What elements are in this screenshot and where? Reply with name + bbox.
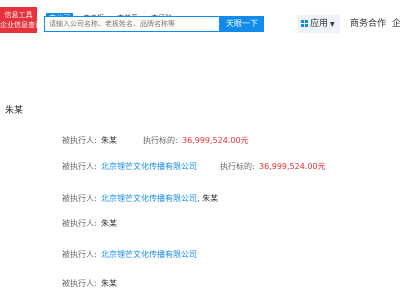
executed-label: 被执行人: bbox=[62, 250, 97, 259]
target-amount-label: 执行标的: bbox=[220, 162, 255, 171]
search-tabs: 查公司 查老板 查关系 查风险 bbox=[46, 5, 177, 24]
list-item: 被执行人: 北京锂芒文化传播有限公司 执行标的: 36,999,524.00元 bbox=[0, 152, 400, 180]
executed-value: 朱某 bbox=[101, 135, 117, 146]
logo-line-1: 信息工具 bbox=[4, 11, 33, 19]
nav-truncated-item[interactable]: 企 bbox=[392, 15, 400, 33]
person-text: 朱某 bbox=[101, 136, 117, 145]
executed-label: 被执行人: bbox=[62, 219, 97, 228]
company-link[interactable]: 北京锂芒文化传播有限公司 bbox=[101, 162, 197, 171]
executed-value: 朱某 bbox=[101, 218, 117, 229]
executed-value: 北京锂芒文化传播有限公司, 朱某 bbox=[101, 193, 218, 204]
person-name: 朱某 bbox=[5, 106, 24, 116]
search-input[interactable] bbox=[44, 16, 220, 32]
logo-line-2: 企业信息查询 bbox=[0, 21, 37, 29]
list-item: 被执行人: 北京锂芒文化传播有限公司, 朱某 bbox=[0, 188, 400, 216]
list-item: 被执行人: 朱某 bbox=[0, 272, 400, 300]
chevron-down-icon: ▼ bbox=[330, 21, 335, 28]
executed-label: 被执行人: bbox=[62, 136, 97, 145]
grid-icon bbox=[301, 20, 308, 27]
top-header: 信息工具 企业信息查询 查公司 查老板 查关系 查风险 天眼一下 应用▼ 商务合… bbox=[0, 0, 400, 42]
executed-label: 被执行人: bbox=[62, 279, 97, 288]
company-link[interactable]: 北京锂芒文化传播有限公司 bbox=[101, 194, 197, 203]
executed-label: 被执行人: bbox=[62, 194, 97, 203]
executed-value: 北京锂芒文化传播有限公司 bbox=[101, 161, 197, 172]
site-logo[interactable]: 信息工具 企业信息查询 bbox=[0, 7, 37, 33]
target-amount-value: 36,999,524.00元 bbox=[182, 136, 249, 145]
executed-label: 被执行人: bbox=[62, 162, 97, 171]
list-item: 被执行人: 北京锂芒文化传播有限公司 bbox=[0, 243, 400, 271]
target-amount-value: 36,999,524.00元 bbox=[259, 162, 326, 171]
apps-menu-button[interactable]: 应用 ▼ bbox=[298, 15, 340, 33]
person-text: 朱某 bbox=[202, 194, 219, 203]
executed-value: 朱某 bbox=[101, 278, 117, 289]
separator-text: , bbox=[197, 194, 200, 203]
search-button[interactable]: 天眼一下 bbox=[220, 16, 264, 32]
company-link[interactable]: 北京锂芒文化传播有限公司 bbox=[101, 250, 197, 259]
person-text: 朱某 bbox=[101, 219, 117, 228]
executed-value: 北京锂芒文化传播有限公司 bbox=[101, 249, 197, 260]
list-item: 被执行人: 朱某 bbox=[0, 213, 400, 241]
target-amount-label: 执行标的: bbox=[143, 136, 178, 145]
person-text: 朱某 bbox=[101, 279, 117, 288]
list-item: 被执行人: 朱某 执行标的: 36,999,524.00元 bbox=[0, 125, 400, 153]
nav-cooperation[interactable]: 商务合作 bbox=[350, 15, 386, 33]
apps-label: 应用 bbox=[310, 19, 329, 29]
